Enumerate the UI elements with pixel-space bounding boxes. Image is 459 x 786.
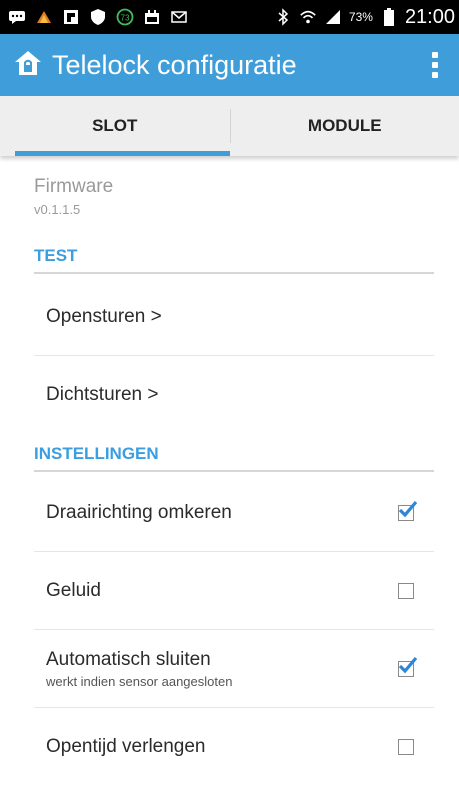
- notification-icons: 73: [8, 8, 274, 26]
- setting-label: Draairichting omkeren: [46, 502, 398, 524]
- bluetooth-icon: [274, 8, 292, 26]
- close-action-label: Dichtsturen >: [46, 384, 414, 406]
- shield-icon: [89, 8, 107, 26]
- open-action[interactable]: Opensturen >: [34, 278, 434, 356]
- home-lock-icon: [14, 50, 42, 81]
- mail-icon: [170, 8, 188, 26]
- battery-percent: 73%: [349, 10, 373, 24]
- setting-label: Geluid: [46, 580, 398, 602]
- setting-reverse-rotation[interactable]: Draairichting omkeren: [34, 474, 434, 552]
- setting-extend-open-time[interactable]: Opentijd verlengen: [34, 708, 434, 786]
- status-bar: 73 73% 21:00: [0, 0, 459, 34]
- firmware-version: v0.1.1.5: [34, 202, 113, 217]
- setting-sublabel: werkt indien sensor aangesloten: [46, 674, 398, 689]
- flipboard-icon: [62, 8, 80, 26]
- firmware-info: Firmware v0.1.1.5: [34, 176, 113, 217]
- open-action-label: Opensturen >: [46, 306, 414, 328]
- setting-auto-close[interactable]: Automatisch sluiten werkt indien sensor …: [34, 630, 434, 708]
- firmware-title: Firmware: [34, 176, 113, 198]
- tab-label: SLOT: [92, 116, 137, 136]
- reverse-rotation-checkbox[interactable]: [398, 505, 414, 521]
- signal-icon: [324, 8, 342, 26]
- svg-text:73: 73: [121, 14, 130, 23]
- calendar-icon: [143, 8, 161, 26]
- wifi-icon: [299, 8, 317, 26]
- clock: 21:00: [405, 6, 455, 29]
- tab-bar: SLOT MODULE: [0, 96, 459, 156]
- system-status: 73% 21:00: [274, 6, 455, 29]
- auto-close-checkbox[interactable]: [398, 661, 414, 677]
- section-header-test: TEST: [34, 246, 434, 274]
- message-icon: [8, 8, 26, 26]
- app-icon: [35, 8, 53, 26]
- sound-checkbox[interactable]: [398, 583, 414, 599]
- app-title: Telelock configuratie: [52, 50, 425, 81]
- app-bar: Telelock configuratie: [0, 34, 459, 96]
- battery-icon: [380, 8, 398, 26]
- tab-slot[interactable]: SLOT: [0, 96, 230, 156]
- overflow-menu-icon[interactable]: [425, 45, 445, 85]
- setting-label: Automatisch sluiten: [46, 649, 398, 671]
- setting-label: Opentijd verlengen: [46, 736, 398, 758]
- tab-module[interactable]: MODULE: [230, 109, 459, 143]
- tab-label: MODULE: [308, 116, 382, 136]
- badge-icon: 73: [116, 8, 134, 26]
- section-header-settings: INSTELLINGEN: [34, 444, 434, 472]
- close-action[interactable]: Dichtsturen >: [34, 356, 434, 434]
- extend-open-time-checkbox[interactable]: [398, 739, 414, 755]
- setting-sound[interactable]: Geluid: [34, 552, 434, 630]
